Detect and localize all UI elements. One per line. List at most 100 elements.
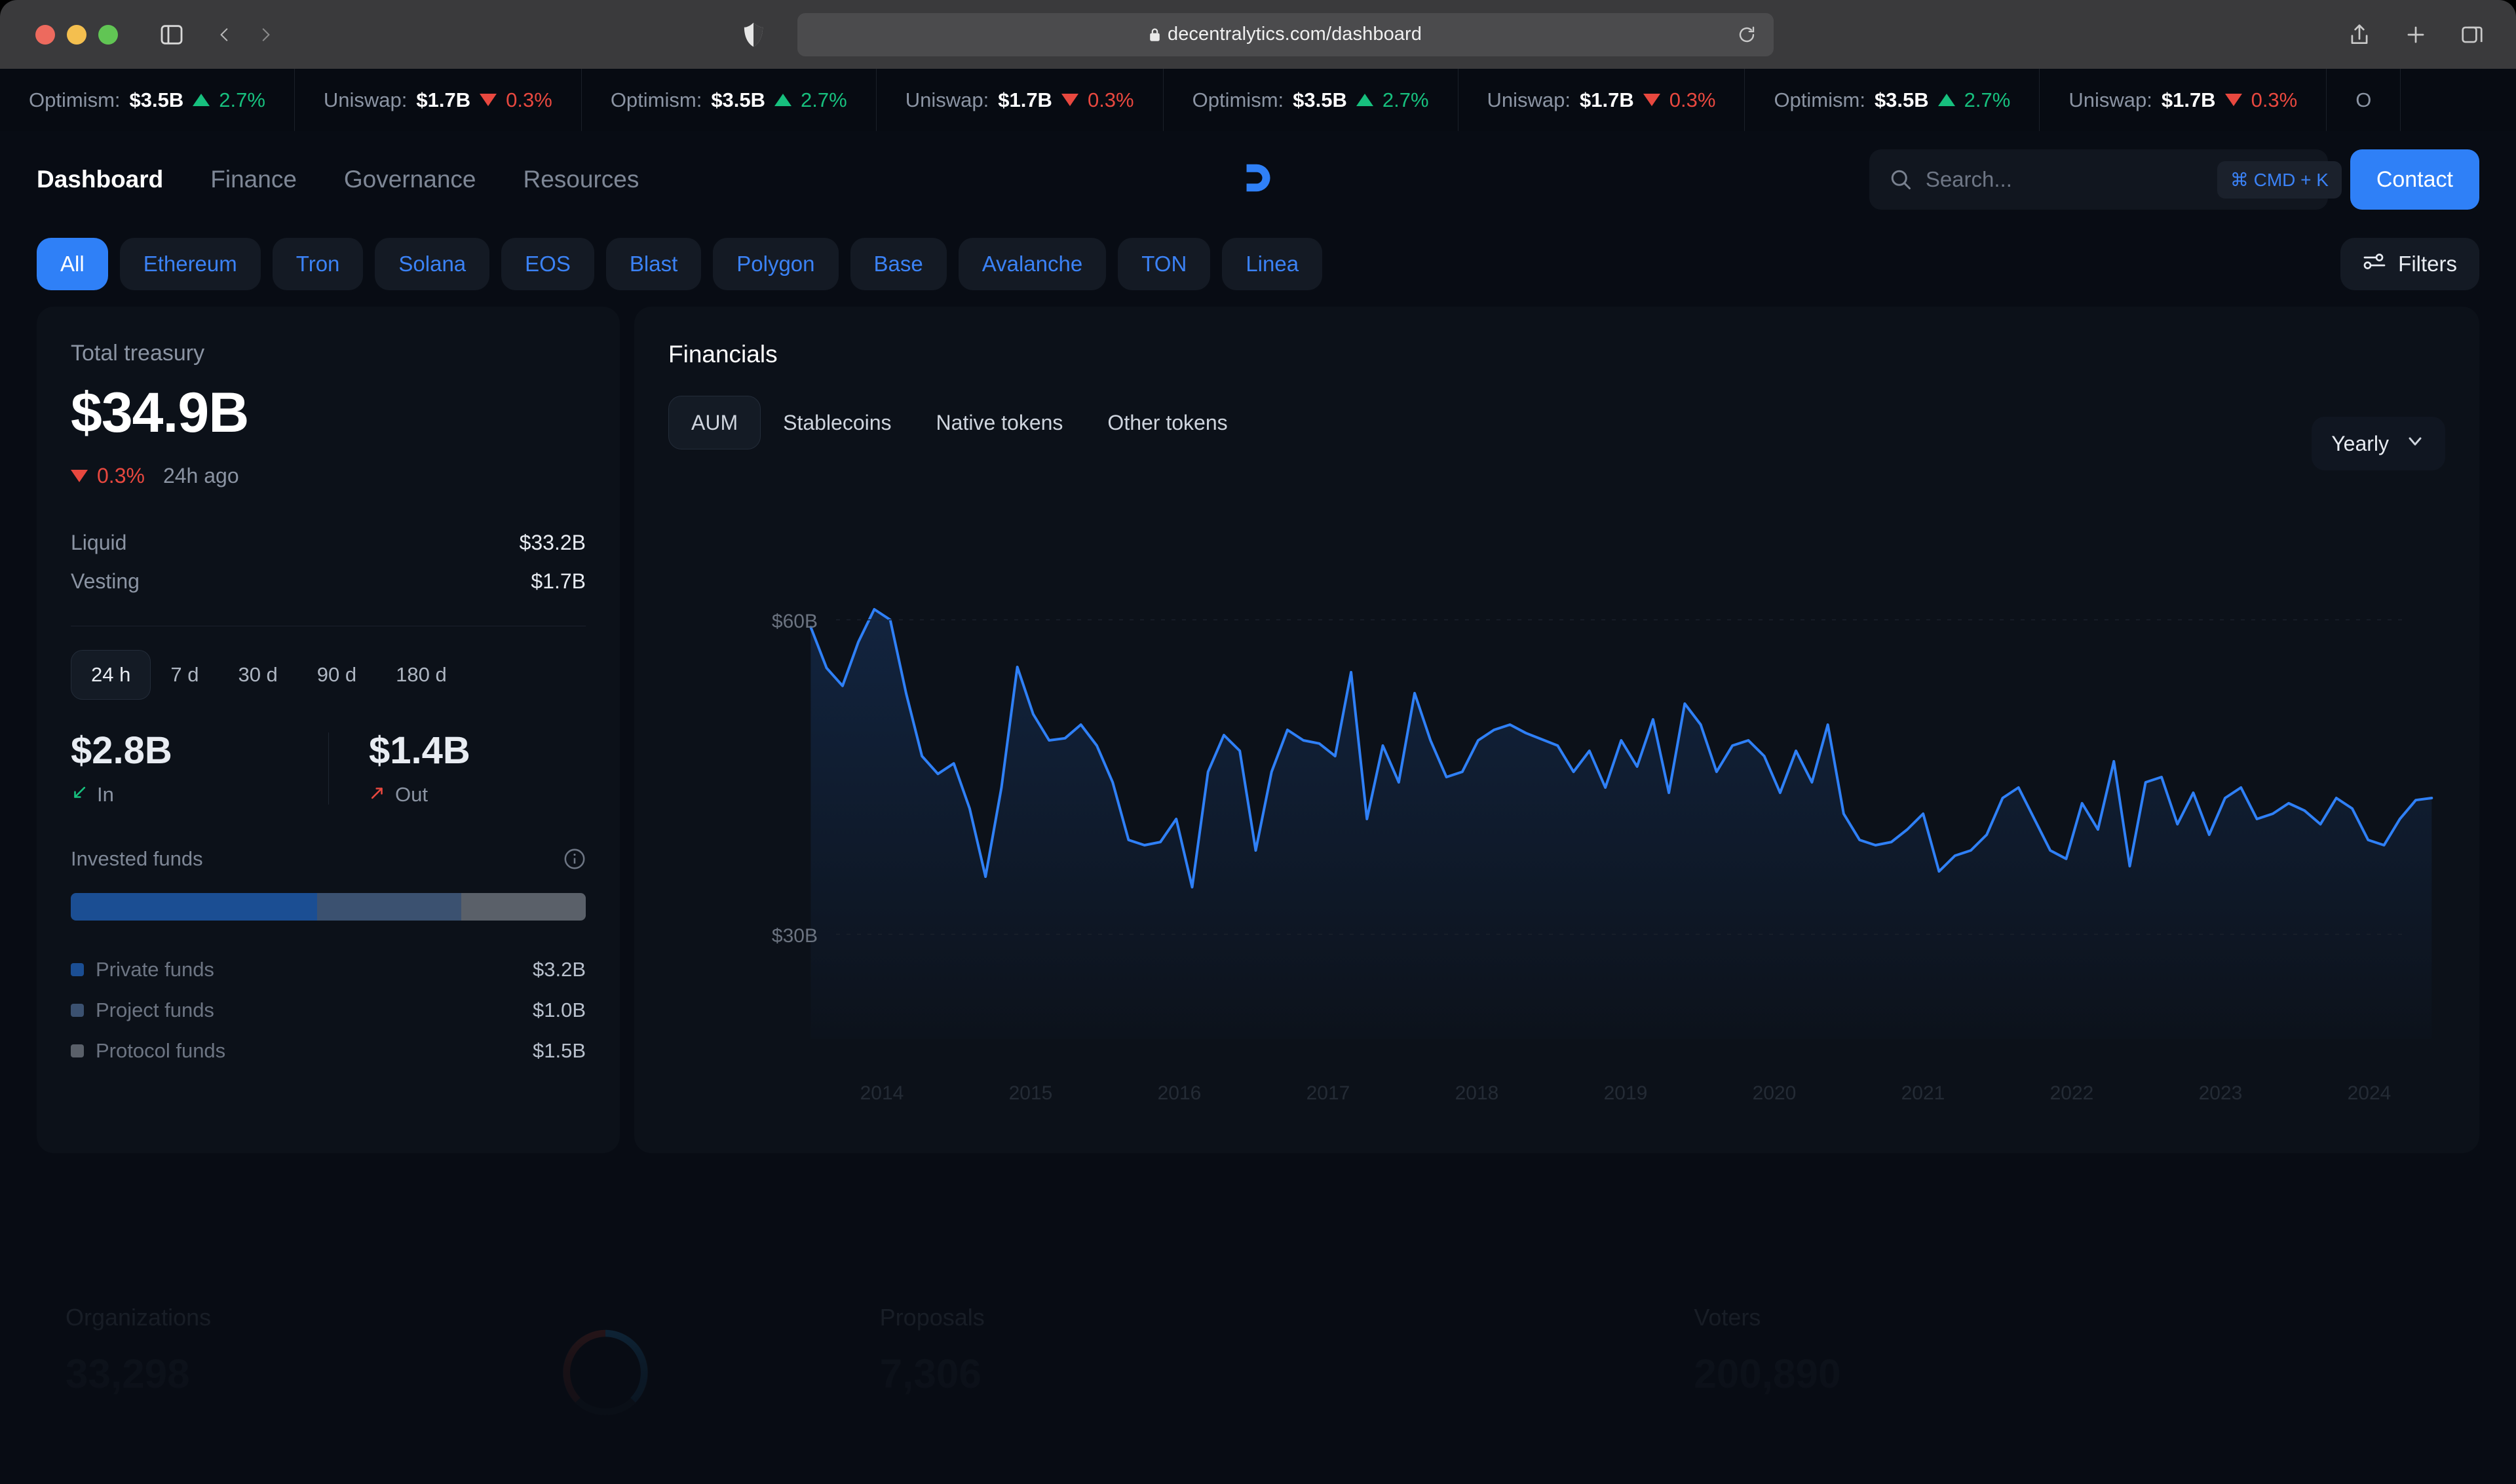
legend-label: Private funds: [96, 958, 214, 981]
browser-navigation: [216, 24, 274, 46]
legend-label: Project funds: [96, 999, 214, 1021]
x-axis-tick: 2016: [1158, 1082, 1202, 1104]
financials-tab-native-tokens[interactable]: Native tokens: [914, 396, 1086, 449]
ticker-item[interactable]: Optimism: $3.5B 2.7%: [1164, 69, 1458, 131]
treasury-delta-pct: 0.3%: [97, 464, 145, 487]
plus-icon[interactable]: [2403, 22, 2428, 47]
chain-pill-linea[interactable]: Linea: [1222, 238, 1323, 290]
aum-chart[interactable]: $60B $30B 2014 2015 2016 2017 2018 2019 2020 2021…: [668, 476, 2445, 1131]
flow-out-value: $1.4B: [369, 729, 470, 772]
ticker-item[interactable]: Uniswap: $1.7B 0.3%: [1458, 69, 1745, 131]
ticker-value: $1.7B: [1580, 88, 1634, 111]
browser-toolbar-right: [2347, 22, 2485, 47]
y-axis-tick: $30B: [772, 925, 818, 947]
ticker-name: Uniswap:: [323, 88, 408, 111]
tabs-overview-icon[interactable]: [2460, 22, 2485, 47]
chain-pill-solana[interactable]: Solana: [375, 238, 490, 290]
nav-link-dashboard[interactable]: Dashboard: [37, 166, 187, 193]
chain-pill-blast[interactable]: Blast: [605, 238, 702, 290]
range-tab-30d[interactable]: 30 d: [218, 650, 297, 700]
ticker-item[interactable]: Optimism: $3.5B 2.7%: [0, 69, 295, 131]
shield-icon[interactable]: [742, 22, 765, 48]
ticker-name: Optimism:: [1774, 88, 1865, 111]
trend-up-icon: [193, 94, 210, 106]
range-tab-7d[interactable]: 7 d: [151, 650, 218, 700]
financials-tab-aum[interactable]: AUM: [668, 396, 761, 449]
nav-link-resources[interactable]: Resources: [499, 166, 662, 193]
ticker-item[interactable]: Uniswap: $1.7B 0.3%: [2040, 69, 2327, 131]
treasury-row-value: $1.7B: [531, 569, 586, 593]
ticker-item[interactable]: O: [2327, 69, 2401, 131]
minimize-window-button[interactable]: [67, 24, 86, 45]
financials-tab-stablecoins[interactable]: Stablecoins: [761, 396, 913, 449]
financials-panel: Financials AUM Stablecoins Native tokens Ot…: [634, 307, 2479, 1153]
trend-down-icon: [2224, 94, 2242, 106]
range-tab-24h[interactable]: 24 h: [71, 650, 151, 700]
ticker-name: Optimism:: [1192, 88, 1284, 111]
ticker-name: Optimism:: [29, 88, 121, 111]
trend-up-icon: [1356, 94, 1373, 106]
arrow-in-icon: [71, 783, 88, 807]
x-axis-tick: 2014: [860, 1082, 904, 1104]
chain-pill-polygon[interactable]: Polygon: [713, 238, 839, 290]
filters-button[interactable]: Filters: [2340, 238, 2479, 290]
decentralytics-logo[interactable]: [1244, 162, 1272, 197]
trend-down-icon: [480, 94, 497, 106]
x-axis-tick: 2023: [2199, 1082, 2243, 1104]
bottom-stats: Organizations 33,298 Proposals 7,306 Voters 2…: [37, 1304, 2479, 1484]
reload-icon[interactable]: [1737, 25, 1757, 45]
ticker-name: Uniswap:: [2068, 88, 2152, 111]
chain-pills: All Ethereum Tron Solana EOS Blast Polygon Base…: [37, 238, 1334, 290]
legend-value: $3.2B: [532, 958, 586, 981]
ticker-value: $3.5B: [1293, 88, 1347, 111]
legend-value: $1.0B: [532, 999, 586, 1021]
treasury-row-value: $33.2B: [519, 531, 586, 554]
financials-tab-other-tokens[interactable]: Other tokens: [1085, 396, 1249, 449]
ticker-value: $3.5B: [129, 88, 184, 111]
period-select[interactable]: Yearly: [2312, 417, 2445, 470]
search-input[interactable]: [1925, 167, 2204, 192]
chain-pill-base[interactable]: Base: [850, 238, 947, 290]
chain-pill-ton[interactable]: TON: [1118, 238, 1211, 290]
ticker-item[interactable]: Uniswap: $1.7B 0.3%: [877, 69, 1164, 131]
chain-pill-all[interactable]: All: [37, 238, 108, 290]
flow-out-label-row: Out: [369, 783, 586, 807]
close-window-button[interactable]: [35, 24, 55, 45]
url-bar[interactable]: decentralytics.com/dashboard: [797, 12, 1774, 56]
navbar-right: ⌘ CMD + K Contact: [1869, 149, 2479, 210]
nav-link-finance[interactable]: Finance: [187, 166, 320, 193]
nav-link-governance[interactable]: Governance: [320, 166, 500, 193]
range-tab-180d[interactable]: 180 d: [376, 650, 467, 700]
ticker-change: 2.7%: [1964, 88, 2011, 111]
x-axis-tick: 2020: [1753, 1082, 1797, 1104]
ticker-item[interactable]: Optimism: $3.5B 2.7%: [1745, 69, 2040, 131]
ticker-change: 0.3%: [506, 88, 552, 111]
share-icon[interactable]: [2347, 22, 2372, 47]
back-arrow-icon[interactable]: [216, 24, 233, 46]
maximize-window-button[interactable]: [98, 24, 118, 45]
market-ticker: Optimism: $3.5B 2.7% Uniswap: $1.7B 0.3% Optim…: [0, 69, 2516, 131]
ticker-change: 2.7%: [219, 88, 265, 111]
ticker-value: $1.7B: [998, 88, 1052, 111]
address-bar-area: decentralytics.com/dashboard: [742, 12, 1774, 56]
forward-arrow-icon[interactable]: [257, 24, 274, 46]
legend-row: Protocol funds $1.5B: [71, 1031, 586, 1071]
contact-button[interactable]: Contact: [2350, 149, 2479, 210]
range-tab-90d[interactable]: 90 d: [297, 650, 376, 700]
ticker-change: 0.3%: [2251, 88, 2298, 111]
sidebar-toggle-icon[interactable]: [159, 22, 185, 48]
trend-down-icon: [71, 470, 88, 482]
legend-value: $1.5B: [532, 1039, 586, 1062]
trend-up-icon: [1937, 94, 1955, 106]
chain-pill-avalanche[interactable]: Avalanche: [958, 238, 1107, 290]
bottom-stat: Voters 200,890: [1665, 1304, 2479, 1484]
ticker-item[interactable]: Optimism: $3.5B 2.7%: [582, 69, 877, 131]
flow-separator: [328, 732, 329, 805]
chain-pill-tron[interactable]: Tron: [272, 238, 364, 290]
chain-pill-ethereum[interactable]: Ethereum: [119, 238, 261, 290]
flow-in-label-row: In: [71, 783, 328, 807]
info-icon[interactable]: [563, 848, 586, 870]
search-box[interactable]: ⌘ CMD + K: [1869, 149, 2342, 210]
ticker-item[interactable]: Uniswap: $1.7B 0.3%: [295, 69, 582, 131]
chain-pill-eos[interactable]: EOS: [501, 238, 594, 290]
